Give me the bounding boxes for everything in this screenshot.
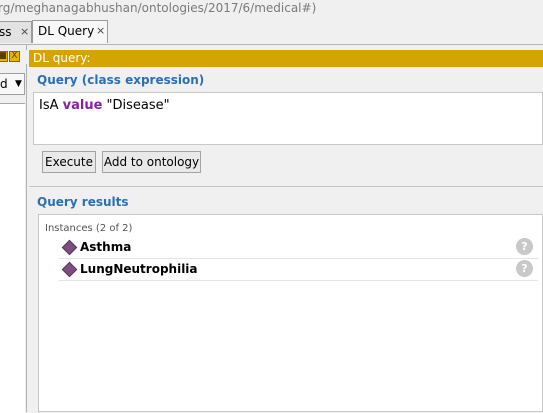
result-label: LungNeutrophilia (80, 262, 198, 276)
chevron-down-icon: ▼ (15, 79, 22, 89)
query-prefix: IsA (39, 98, 63, 113)
tab-dl-query-label: DL Query (38, 24, 95, 38)
query-keyword: value (62, 98, 103, 113)
tab-classes-label: ss (0, 25, 12, 39)
sidebar-list[interactable] (0, 103, 25, 413)
ontology-iri: rg/meghanagabhushan/ontologies/2017/6/me… (0, 1, 317, 15)
splitter[interactable] (29, 186, 543, 187)
result-row[interactable]: LungNeutrophilia ? (59, 259, 538, 281)
individual-diamond-icon (61, 239, 78, 256)
help-icon[interactable]: ? (516, 238, 533, 255)
query-suffix: "Disease" (102, 98, 170, 113)
tab-dl-query[interactable]: DL Query × (32, 20, 108, 43)
dl-query-view-header: DL query: (29, 50, 543, 67)
dl-query-view-title: DL query: (33, 51, 91, 65)
sidebar-dropdown-value: d (0, 77, 8, 91)
individual-diamond-icon (61, 261, 78, 278)
execute-button[interactable]: Execute (42, 151, 96, 173)
tab-strip: ss × DL Query × (0, 19, 543, 45)
sidebar-view-controls: ■ X (0, 50, 27, 64)
result-label: Asthma (80, 240, 132, 254)
results-section-title: Query results (37, 195, 129, 209)
query-input[interactable]: IsA value "Disease" (33, 92, 543, 145)
help-icon[interactable]: ? (516, 260, 533, 277)
instances-count-label: Instances (2 of 2) (45, 223, 133, 234)
results-list[interactable]: Instances (2 of 2) Asthma ? LungNeutroph… (38, 214, 543, 412)
sidebar-dropdown[interactable]: d ▼ (0, 73, 25, 95)
ontology-iri-bar: rg/meghanagabhushan/ontologies/2017/6/me… (0, 0, 543, 20)
maximize-icon[interactable]: ■ (0, 51, 8, 62)
query-expression: IsA value "Disease" (39, 98, 170, 113)
left-sidebar: ■ X d ▼ (0, 45, 27, 413)
query-section-title: Query (class expression) (37, 73, 205, 87)
close-icon[interactable]: × (20, 22, 29, 42)
add-to-ontology-button[interactable]: Add to ontology (102, 151, 201, 173)
tab-classes[interactable]: ss × (0, 21, 32, 43)
result-row[interactable]: Asthma ? (59, 237, 538, 259)
close-view-icon[interactable]: X (9, 51, 20, 62)
close-icon[interactable]: × (96, 21, 105, 41)
